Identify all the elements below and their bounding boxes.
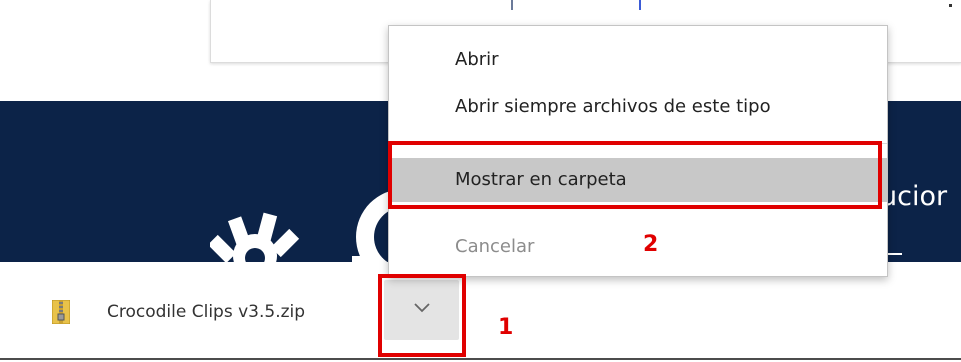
card-dot xyxy=(949,4,952,7)
card-text-fragment xyxy=(511,0,513,10)
menu-item-label: Abrir xyxy=(455,49,499,70)
download-file-name[interactable]: Crocodile Clips v3.5.zip xyxy=(107,302,305,322)
shelf-bottom-border xyxy=(0,358,961,360)
card-link-fragment xyxy=(639,0,641,10)
annotation-box-step-2 xyxy=(388,141,882,209)
gear-logo-icon xyxy=(210,212,300,262)
banner-title-partial: ucior xyxy=(880,181,948,212)
annotation-number-1: 1 xyxy=(498,315,514,340)
menu-item-always-open[interactable]: Abrir siempre archivos de este tipo xyxy=(389,87,887,127)
menu-item-label: Cancelar xyxy=(455,236,535,257)
annotation-number-2: 2 xyxy=(643,232,659,257)
menu-item-open[interactable]: Abrir xyxy=(389,40,887,80)
menu-item-label: Abrir siempre archivos de este tipo xyxy=(455,96,771,117)
annotation-box-step-1 xyxy=(378,274,466,357)
zip-archive-icon xyxy=(52,300,70,324)
menu-item-cancel[interactable]: Cancelar xyxy=(389,227,887,267)
